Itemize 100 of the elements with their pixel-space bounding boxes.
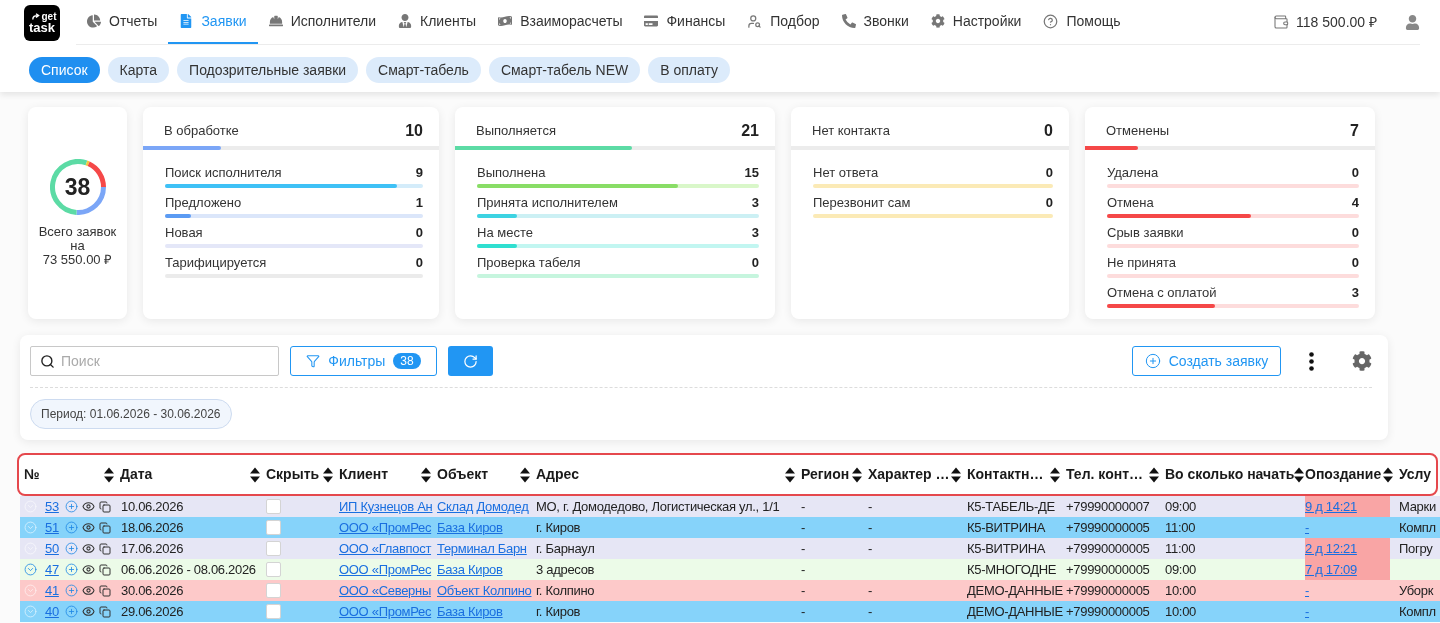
more-menu-icon[interactable] [1309,351,1314,371]
search-field[interactable]: Поиск [30,346,279,376]
column-header[interactable]: Во сколько начать [1163,464,1303,485]
order-number-link[interactable]: 50 [45,541,59,556]
hide-checkbox[interactable] [266,583,281,598]
hide-checkbox[interactable] [266,499,281,514]
object-link[interactable]: Терминал Барн [437,541,527,556]
hide-checkbox[interactable] [266,520,281,535]
contact-text: ДЕМО-ДАННЫЕ [967,604,1063,619]
service-text: Компл [1399,520,1436,535]
eye-icon[interactable] [81,563,95,576]
settings-icon[interactable] [1352,351,1372,371]
copy-icon[interactable] [98,500,111,513]
nav-tab[interactable]: Финансы [633,0,737,44]
copy-icon[interactable] [98,542,111,555]
subtab[interactable]: В оплату [648,57,730,83]
hide-checkbox[interactable] [266,562,281,577]
eye-icon[interactable] [81,605,95,618]
item-label: Новая [165,225,203,241]
order-number-link[interactable]: 47 [45,562,59,577]
sort-icon[interactable] [520,466,530,483]
user-search-icon [747,13,763,29]
contact-text: К5-ВИТРИНА [967,541,1046,556]
column-header[interactable]: Опоздание [1303,464,1397,485]
wallet-icon [1273,14,1290,30]
group-title: В обработке [164,121,239,140]
sort-icon[interactable] [104,466,114,483]
nav-tab[interactable]: Клиенты [387,0,488,44]
nav-tab[interactable]: Отчеты [76,0,169,44]
document-icon [179,14,194,28]
item-count: 9 [415,165,423,181]
object-link[interactable]: База Киров [437,562,503,577]
arrow-icon [31,13,41,20]
sort-icon[interactable] [1050,466,1060,483]
eye-icon[interactable] [81,500,95,513]
eye-icon[interactable] [81,584,95,597]
group-count: 10 [405,120,423,141]
object-link[interactable]: Склад Домодед [437,499,529,514]
column-header[interactable]: № [20,464,118,485]
copy-icon[interactable] [98,584,111,597]
start-time-text: 10:00 [1165,604,1197,619]
item-label: Отмена с оплатой [1107,285,1217,301]
sort-icon[interactable] [421,466,431,483]
item-count: 0 [1351,225,1359,241]
period-chip[interactable]: Период: 01.06.2026 - 30.06.2026 [30,399,232,429]
nav-tab[interactable]: Звонки [830,0,920,44]
hide-checkbox[interactable] [266,604,281,619]
subtab[interactable]: Смарт-табель [366,57,481,83]
logo[interactable]: get task [24,4,60,41]
sort-icon[interactable] [951,466,961,483]
nav-tab[interactable]: Помощь [1032,0,1132,44]
sort-icon[interactable] [852,466,862,483]
service-text: Компл [1399,604,1436,619]
date-text: 17.06.2026 [121,541,184,556]
eye-icon[interactable] [81,521,95,534]
column-header[interactable]: Адрес [534,464,799,485]
client-link[interactable]: ООО «ПромРес [339,562,432,577]
region-text: - [801,583,806,598]
sort-icon[interactable] [785,466,795,483]
item-count: 3 [751,225,759,241]
copy-icon[interactable] [98,563,111,576]
sort-icon[interactable] [1149,466,1159,483]
copy-icon[interactable] [98,521,111,534]
column-header[interactable]: Характер … [866,464,965,485]
item-label: Проверка табеля [477,255,581,271]
item-label: Тарифицируется [165,255,267,271]
nav-tab[interactable]: Исполнители [257,0,388,44]
nav-tab[interactable]: Подбор [736,0,831,44]
address-text: 3 адресов [536,562,595,577]
copy-icon[interactable] [98,605,111,618]
column-header[interactable]: Объект [435,464,534,485]
column-header[interactable]: Дата [118,464,264,485]
column-header[interactable]: Регион [799,464,866,485]
client-link[interactable]: ООО «Главпост [339,541,432,556]
sort-icon[interactable] [250,466,260,483]
column-header[interactable]: Контактн… [965,464,1064,485]
contact-text: ДЕМО-ДАННЫЕ [967,583,1063,598]
column-header[interactable]: Тел. конт… [1064,464,1163,485]
item-label: На месте [477,225,533,241]
order-number-link[interactable]: 53 [45,499,59,514]
hide-checkbox[interactable] [266,541,281,556]
nav-tab[interactable]: Настройки [919,0,1033,44]
client-link[interactable]: ИП Кузнецов Ан [339,499,433,514]
user-icon[interactable] [1405,14,1420,30]
address-text: г. Колпино [536,583,595,598]
column-header[interactable]: Услу [1397,464,1436,485]
sort-icon[interactable] [1294,466,1305,483]
subtab[interactable]: Карта [107,57,170,83]
nav-tab[interactable]: Взаиморасчеты [487,0,634,44]
column-header[interactable]: Скрыть [264,464,337,485]
subtab[interactable]: Смарт-табель NEW [488,57,641,83]
subtab[interactable]: Подозрительные заявки [177,57,359,83]
item-count: 0 [1045,165,1053,181]
sort-icon[interactable] [323,466,333,483]
column-header[interactable]: Клиент [337,464,435,485]
pie-chart-icon [87,14,101,28]
item-count: 1 [415,195,423,211]
character-text: - [868,583,873,598]
sort-icon[interactable] [1383,466,1393,483]
eye-icon[interactable] [81,542,95,555]
